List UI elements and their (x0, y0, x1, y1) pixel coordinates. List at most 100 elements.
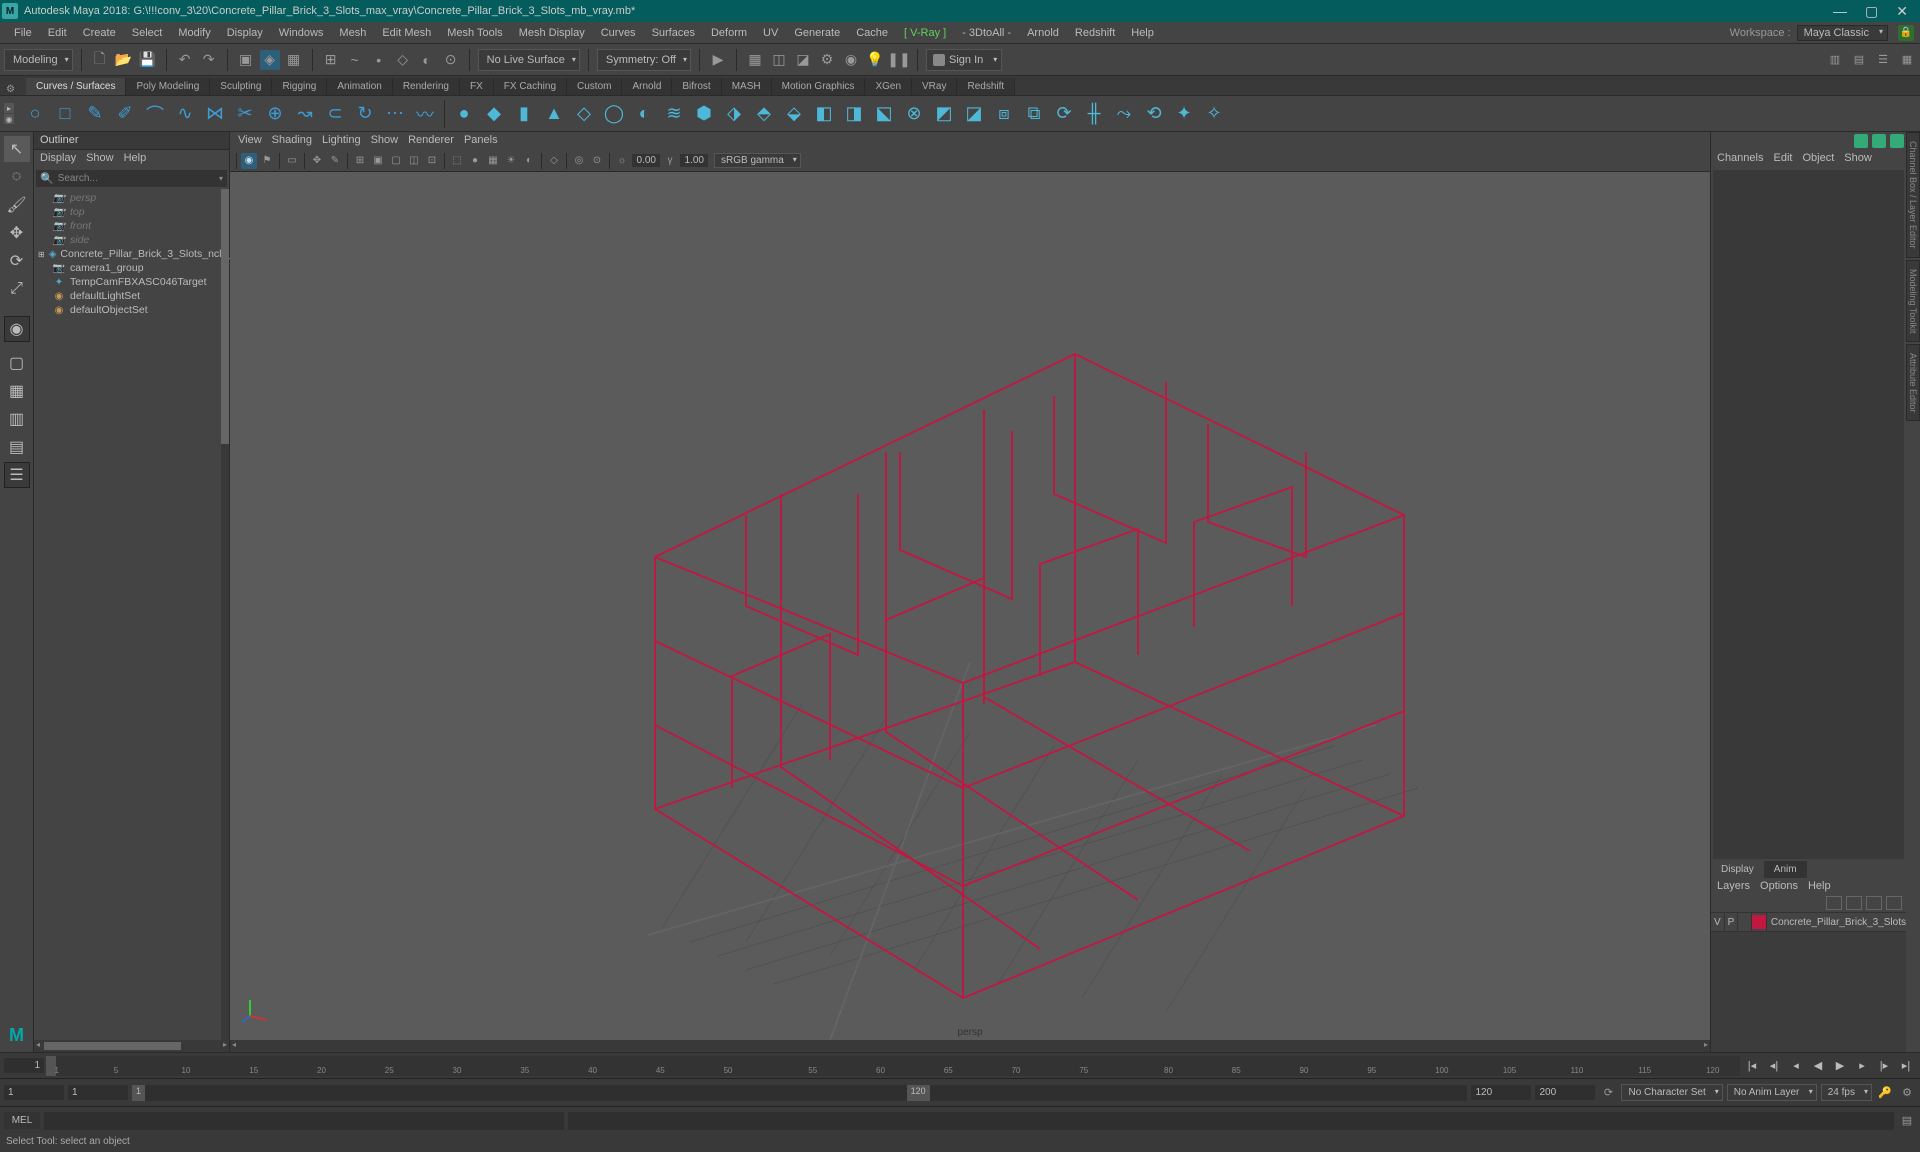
surf-edit-icon[interactable]: ✧ (1201, 101, 1227, 127)
render-settings-icon[interactable]: ⚙ (817, 50, 837, 70)
range-start-outer[interactable]: 1 (4, 1085, 64, 1100)
vp-isolate-icon[interactable]: ◇ (546, 153, 562, 169)
shelf-tab-redshift[interactable]: Redshift (957, 78, 1015, 95)
select-hierarchy-icon[interactable]: ▣ (236, 50, 256, 70)
shelf-tab-mash[interactable]: MASH (722, 78, 772, 95)
shelf-tab-fx[interactable]: FX (460, 78, 494, 95)
channel-box-body[interactable] (1713, 170, 1904, 859)
outliner-node-mesh[interactable]: ⊞◈Concrete_Pillar_Brick_3_Slots_ncl1_1 (34, 247, 229, 261)
rebuild-surf-icon[interactable]: ⟲ (1141, 101, 1167, 127)
detach-curve-icon[interactable]: ✂ (232, 101, 258, 127)
outliner-tree[interactable]: 📷persp 📷top 📷front 📷side ⊞◈Concrete_Pill… (34, 189, 229, 1040)
intersect-icon[interactable]: ⊗ (901, 101, 927, 127)
layers-body[interactable] (1711, 932, 1906, 1052)
new-scene-icon[interactable]: 🗋 (90, 50, 110, 70)
ipr-render-icon[interactable]: ◪ (793, 50, 813, 70)
range-start-inner[interactable]: 1 (68, 1085, 128, 1100)
single-pane-icon[interactable]: ▢ (4, 350, 30, 376)
close-button[interactable]: ✕ (1896, 3, 1908, 20)
menu-editmesh[interactable]: Edit Mesh (374, 24, 439, 42)
menu-curves[interactable]: Curves (593, 24, 644, 42)
menu-help[interactable]: Help (1123, 24, 1162, 42)
anim-layer-selector[interactable]: No Anim Layer (1727, 1084, 1817, 1101)
two-pane-stack-icon[interactable]: ▤ (4, 434, 30, 460)
nurbs-cube-icon[interactable]: ◆ (481, 101, 507, 127)
menu-edit[interactable]: Edit (40, 24, 75, 42)
vp-bookmark-icon[interactable]: ⚑ (259, 153, 275, 169)
vp-xray-icon[interactable]: ◎ (571, 153, 587, 169)
prefs-icon[interactable]: ⚙ (1898, 1084, 1916, 1102)
outliner-search[interactable]: 🔍 Search... (36, 170, 227, 187)
minimize-button[interactable]: — (1833, 3, 1847, 20)
bevel-icon[interactable]: ◨ (841, 101, 867, 127)
panel-layout-4-icon[interactable]: ▦ (1898, 51, 1916, 69)
goto-start-button[interactable]: |◂ (1742, 1056, 1762, 1076)
square-icon[interactable]: ◧ (811, 101, 837, 127)
command-input[interactable] (44, 1112, 564, 1130)
layer-color-swatch[interactable] (1752, 913, 1767, 931)
outliner-menu-show[interactable]: Show (86, 152, 114, 166)
vp-textured-icon[interactable]: ▦ (485, 153, 501, 169)
shelf-layout-icon[interactable]: ◉ (4, 114, 14, 124)
autokey-icon[interactable]: 🔑 (1876, 1084, 1894, 1102)
character-set-selector[interactable]: No Character Set (1621, 1084, 1722, 1101)
planar-icon[interactable]: ⬢ (691, 101, 717, 127)
fps-selector[interactable]: 24 fps (1821, 1084, 1872, 1101)
3pt-arc-icon[interactable]: ⌒ (142, 101, 168, 127)
viewport-3d[interactable]: persp (230, 172, 1710, 1040)
vp-menu-renderer[interactable]: Renderer (408, 134, 454, 148)
menu-uv[interactable]: UV (755, 24, 786, 42)
vp-lights-icon[interactable]: ☀ (503, 153, 519, 169)
select-object-icon[interactable]: ◈ (260, 50, 280, 70)
layer-menu-layers[interactable]: Layers (1717, 880, 1750, 892)
offset-curve-icon[interactable]: ⊂ (322, 101, 348, 127)
workspace-lock-icon[interactable]: 🔒 (1898, 25, 1914, 41)
revolve-icon[interactable]: ◐ (631, 101, 657, 127)
play-forward-button[interactable]: ▶ (1830, 1056, 1850, 1076)
outliner-node-camgroup[interactable]: 📷camera1_group (34, 261, 229, 275)
insert-iso-icon[interactable]: ╫ (1081, 101, 1107, 127)
scale-tool[interactable]: ⤢ (4, 276, 30, 302)
sculpt-surf-icon[interactable]: ✦ (1171, 101, 1197, 127)
vp-xray-joints-icon[interactable]: ⊙ (589, 153, 605, 169)
trim-icon[interactable]: ◩ (931, 101, 957, 127)
menuset-selector[interactable]: Modeling (4, 49, 73, 71)
save-scene-icon[interactable]: 💾 (138, 50, 158, 70)
vp-shaded-icon[interactable]: ● (467, 153, 483, 169)
outliner-node-persp[interactable]: 📷persp (34, 191, 229, 205)
layer-visible-toggle[interactable]: V (1711, 913, 1725, 931)
vp-menu-lighting[interactable]: Lighting (322, 134, 361, 148)
menu-create[interactable]: Create (75, 24, 124, 42)
menu-windows[interactable]: Windows (271, 24, 332, 42)
cb-icon-1[interactable] (1854, 134, 1868, 148)
detach-surf-icon[interactable]: ⧉ (1021, 101, 1047, 127)
render-frame-icon[interactable]: ◫ (769, 50, 789, 70)
four-pane-icon[interactable]: ▦ (4, 378, 30, 404)
vp-menu-shading[interactable]: Shading (272, 134, 312, 148)
menu-display[interactable]: Display (219, 24, 271, 42)
paint-select-tool[interactable]: 🖌 (4, 192, 30, 218)
outliner-node-front[interactable]: 📷front (34, 219, 229, 233)
step-forward-key-button[interactable]: |▸ (1874, 1056, 1894, 1076)
menu-3dtoall[interactable]: - 3DtoAll - (954, 24, 1019, 42)
outliner-menu-help[interactable]: Help (124, 152, 147, 166)
attach-surf-icon[interactable]: ⧈ (991, 101, 1017, 127)
layer-new-selected-icon[interactable] (1886, 896, 1902, 910)
vp-gamma-value[interactable]: 1.00 (680, 154, 708, 167)
nurbs-cylinder-icon[interactable]: ▮ (511, 101, 537, 127)
curve-tool-icon[interactable]: 〰 (412, 101, 438, 127)
hypershade-icon[interactable]: ◉ (841, 50, 861, 70)
select-component-icon[interactable]: ▦ (284, 50, 304, 70)
outliner-menu-display[interactable]: Display (40, 152, 76, 166)
untrim-icon[interactable]: ◪ (961, 101, 987, 127)
menu-modify[interactable]: Modify (170, 24, 218, 42)
layer-new-empty-icon[interactable] (1866, 896, 1882, 910)
menu-meshdisplay[interactable]: Mesh Display (511, 24, 593, 42)
lasso-tool[interactable]: ◌ (4, 164, 30, 190)
nurbs-square-icon[interactable]: □ (52, 101, 78, 127)
snap-plane-icon[interactable]: ◇ (393, 50, 413, 70)
outliner-hscroll[interactable] (34, 1040, 229, 1052)
step-back-key-button[interactable]: ◂| (1764, 1056, 1784, 1076)
menu-mesh[interactable]: Mesh (331, 24, 374, 42)
snap-point-icon[interactable]: • (369, 50, 389, 70)
